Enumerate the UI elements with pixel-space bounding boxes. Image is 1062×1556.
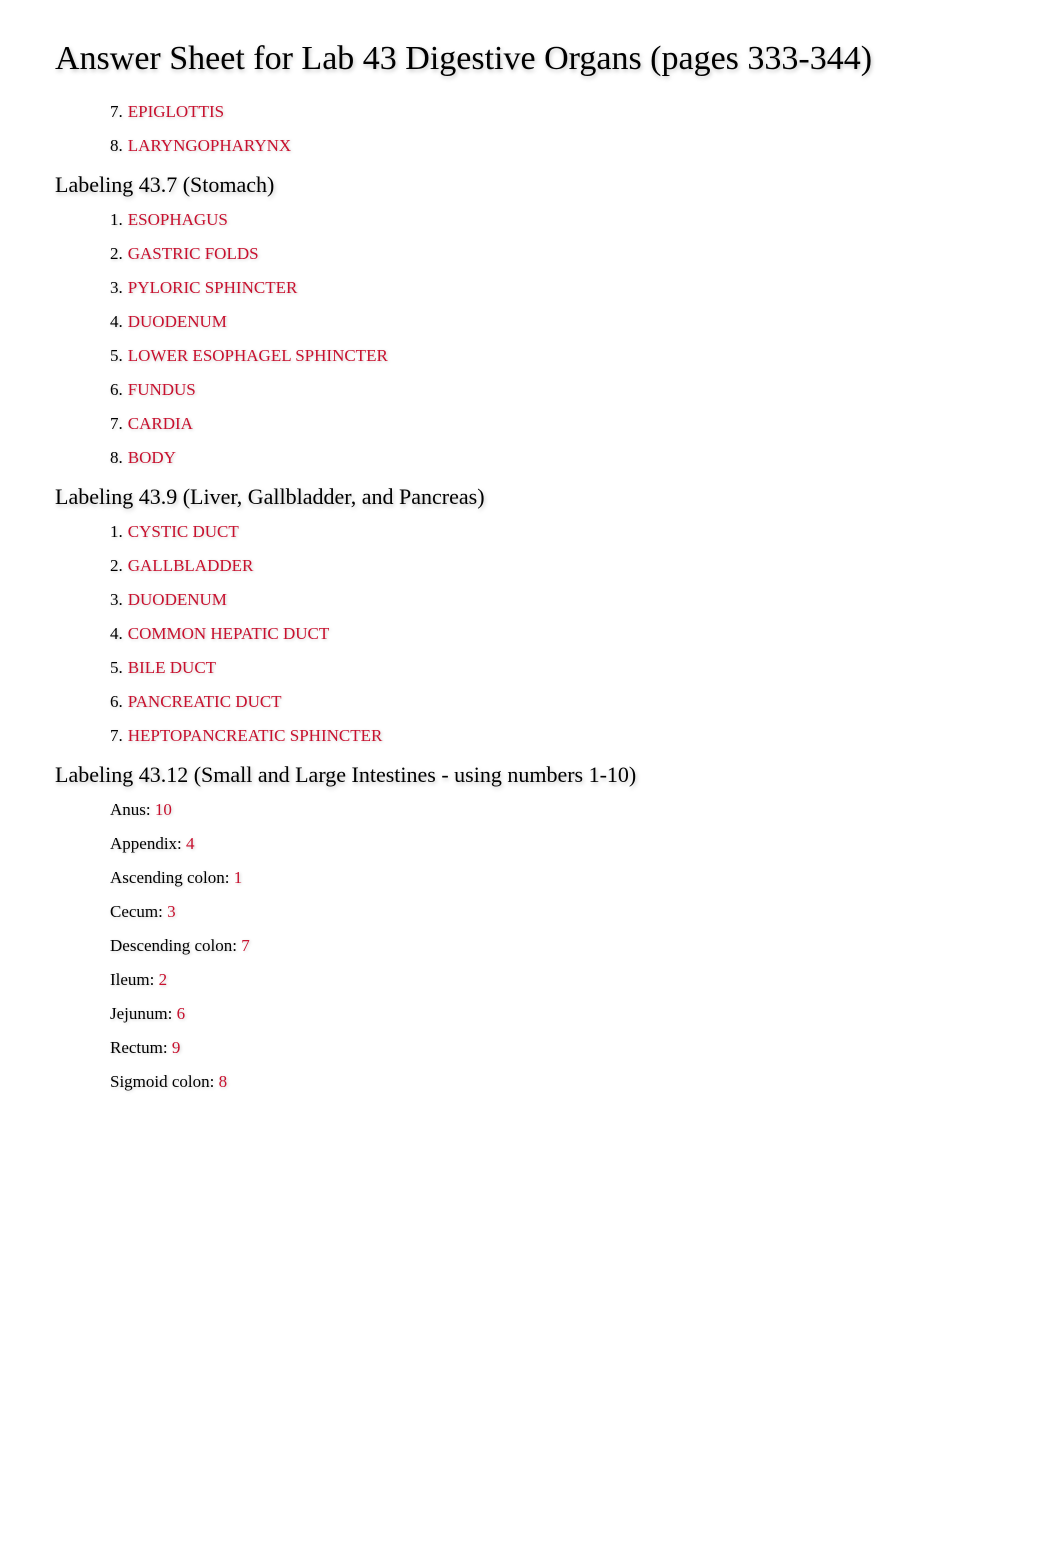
kv-item: Rectum: 9	[110, 1038, 1007, 1058]
item-number: 2.	[110, 244, 123, 263]
kv-item: Descending colon: 7	[110, 936, 1007, 956]
kv-item: Ascending colon: 1	[110, 868, 1007, 888]
item-answer: ESOPHAGUS	[128, 210, 228, 229]
kv-value: 7	[241, 936, 250, 955]
kv-value: 10	[155, 800, 172, 819]
section-2-list: 1. CYSTIC DUCT 2. GALLBLADDER 3. DUODENUM 4…	[55, 522, 1007, 746]
item-answer: GALLBLADDER	[128, 556, 254, 575]
item-answer: PANCREATIC DUCT	[128, 692, 282, 711]
kv-value: 1	[234, 868, 243, 887]
page-title: Answer Sheet for Lab 43 Digestive Organs…	[55, 40, 1007, 78]
item-number: 4.	[110, 312, 123, 331]
item-answer: LARYNGOPHARYNX	[128, 136, 291, 155]
list-item: 1. CYSTIC DUCT	[110, 522, 1007, 542]
kv-label: Appendix:	[110, 834, 186, 853]
kv-label: Sigmoid colon:	[110, 1072, 219, 1091]
list-item: 4. COMMON HEPATIC DUCT	[110, 624, 1007, 644]
section-2-heading: Labeling 43.9 (Liver, Gallbladder, and P…	[55, 484, 1007, 510]
kv-value: 4	[186, 834, 195, 853]
item-answer: GASTRIC FOLDS	[128, 244, 259, 263]
kv-value: 6	[177, 1004, 186, 1023]
kv-label: Descending colon:	[110, 936, 241, 955]
item-number: 1.	[110, 522, 123, 541]
section-3-list: Anus: 10 Appendix: 4 Ascending colon: 1 …	[55, 800, 1007, 1092]
list-item: 1. ESOPHAGUS	[110, 210, 1007, 230]
list-item: 7. EPIGLOTTIS	[110, 102, 1007, 122]
item-number: 1.	[110, 210, 123, 229]
item-number: 6.	[110, 692, 123, 711]
kv-item: Jejunum: 6	[110, 1004, 1007, 1024]
section-1-heading: Labeling 43.7 (Stomach)	[55, 172, 1007, 198]
item-number: 3.	[110, 590, 123, 609]
item-answer: CYSTIC DUCT	[128, 522, 239, 541]
list-item: 8. LARYNGOPHARYNX	[110, 136, 1007, 156]
item-number: 8.	[110, 448, 123, 467]
kv-label: Ascending colon:	[110, 868, 234, 887]
item-number: 4.	[110, 624, 123, 643]
list-item: 5. LOWER ESOPHAGEL SPHINCTER	[110, 346, 1007, 366]
kv-item: Ileum: 2	[110, 970, 1007, 990]
list-item: 2. GALLBLADDER	[110, 556, 1007, 576]
item-answer: LOWER ESOPHAGEL SPHINCTER	[128, 346, 388, 365]
kv-value: 8	[219, 1072, 228, 1091]
kv-item: Appendix: 4	[110, 834, 1007, 854]
kv-label: Jejunum:	[110, 1004, 177, 1023]
list-item: 4. DUODENUM	[110, 312, 1007, 332]
list-item: 3. DUODENUM	[110, 590, 1007, 610]
kv-label: Ileum:	[110, 970, 159, 989]
item-answer: CARDIA	[128, 414, 193, 433]
item-answer: BODY	[128, 448, 176, 467]
item-number: 8.	[110, 136, 123, 155]
list-item: 2. GASTRIC FOLDS	[110, 244, 1007, 264]
kv-value: 9	[172, 1038, 181, 1057]
list-item: 7. HEPTOPANCREATIC SPHINCTER	[110, 726, 1007, 746]
item-number: 6.	[110, 380, 123, 399]
item-number: 7.	[110, 102, 123, 121]
kv-value: 3	[167, 902, 176, 921]
list-item: 6. FUNDUS	[110, 380, 1007, 400]
item-answer: COMMON HEPATIC DUCT	[128, 624, 330, 643]
section-3-heading: Labeling 43.12 (Small and Large Intestin…	[55, 762, 1007, 788]
list-item: 5. BILE DUCT	[110, 658, 1007, 678]
kv-item: Sigmoid colon: 8	[110, 1072, 1007, 1092]
kv-value: 2	[159, 970, 168, 989]
kv-item: Anus: 10	[110, 800, 1007, 820]
item-number: 5.	[110, 658, 123, 677]
item-number: 2.	[110, 556, 123, 575]
item-number: 5.	[110, 346, 123, 365]
item-number: 7.	[110, 726, 123, 745]
kv-label: Anus:	[110, 800, 155, 819]
item-answer: PYLORIC SPHINCTER	[128, 278, 298, 297]
list-item: 8. BODY	[110, 448, 1007, 468]
list-item: 7. CARDIA	[110, 414, 1007, 434]
item-answer: DUODENUM	[128, 590, 227, 609]
section-0-list: 7. EPIGLOTTIS 8. LARYNGOPHARYNX	[55, 102, 1007, 156]
kv-label: Cecum:	[110, 902, 167, 921]
kv-label: Rectum:	[110, 1038, 172, 1057]
kv-item: Cecum: 3	[110, 902, 1007, 922]
item-number: 3.	[110, 278, 123, 297]
item-answer: EPIGLOTTIS	[128, 102, 224, 121]
section-1-list: 1. ESOPHAGUS 2. GASTRIC FOLDS 3. PYLORIC SP…	[55, 210, 1007, 468]
item-answer: HEPTOPANCREATIC SPHINCTER	[128, 726, 383, 745]
item-number: 7.	[110, 414, 123, 433]
list-item: 3. PYLORIC SPHINCTER	[110, 278, 1007, 298]
item-answer: DUODENUM	[128, 312, 227, 331]
list-item: 6. PANCREATIC DUCT	[110, 692, 1007, 712]
item-answer: FUNDUS	[128, 380, 196, 399]
item-answer: BILE DUCT	[128, 658, 216, 677]
